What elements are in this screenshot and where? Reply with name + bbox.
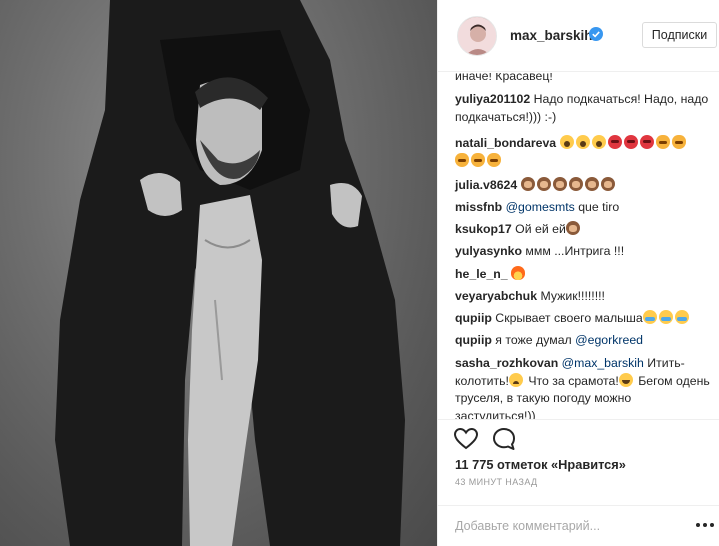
avatar[interactable] xyxy=(457,16,497,56)
scream-emoji-icon xyxy=(591,135,606,149)
frowning-emoji-icon xyxy=(508,372,523,387)
comment-mention[interactable]: @egorkreed xyxy=(575,333,643,347)
see-no-evil-monkey-icon xyxy=(584,177,599,191)
comment-text: иначе! Красавец! xyxy=(455,73,553,83)
comment-item: иначе! Красавец! xyxy=(455,73,713,86)
speech-bubble-icon[interactable] xyxy=(491,426,517,452)
heart-icon[interactable] xyxy=(453,426,479,452)
devil-emoji-icon xyxy=(623,135,638,149)
comment-mention[interactable]: @gomesmts xyxy=(506,200,575,214)
post-header: max_barskih Подписки xyxy=(438,0,719,72)
comment-item: julia.v8624 xyxy=(455,177,713,195)
comment-text: Мужик!!!!!!!! xyxy=(537,289,605,303)
comments-list[interactable]: иначе! Красавец! yuliya201102 Надо подка… xyxy=(438,73,719,419)
comment-item: he_le_n_ xyxy=(455,266,713,284)
likes-label: отметок «Нравится» xyxy=(493,457,626,472)
post-photo-image xyxy=(55,0,405,546)
see-no-evil-monkey-icon xyxy=(552,177,567,191)
crying-cat-emoji-icon xyxy=(674,310,689,324)
post-side-panel: max_barskih Подписки иначе! Красавец! yu… xyxy=(437,0,719,546)
comment-item: yulyasynko ммм ...Интрига !!! xyxy=(455,243,713,261)
comment-item: yuliya201102 Надо подкачаться! Надо, над… xyxy=(455,91,713,126)
tired-face-emoji-icon xyxy=(618,372,633,387)
scream-emoji-icon xyxy=(575,135,590,149)
comment-username[interactable]: natali_bondareva xyxy=(455,136,556,150)
cat-emoji-icon xyxy=(655,135,670,149)
comment-item: veyaryabchuk Мужик!!!!!!!! xyxy=(455,288,713,306)
add-comment-bar xyxy=(438,505,719,546)
post-timestamp[interactable]: 43 минут назад xyxy=(455,477,538,487)
fire-emoji-icon xyxy=(511,266,526,280)
comment-username[interactable]: qupiip xyxy=(455,333,492,347)
comment-item: sasha_rozhkovan @max_barskih Итить-колот… xyxy=(455,355,713,419)
comment-item: qupiip я тоже думал @egorkreed xyxy=(455,332,713,350)
cat-emoji-icon xyxy=(487,152,501,167)
see-no-evil-monkey-icon xyxy=(568,177,583,191)
crying-cat-emoji-icon xyxy=(658,310,673,324)
comment-username[interactable]: yulyasynko xyxy=(455,244,522,258)
verified-badge-icon xyxy=(589,27,603,41)
post-author-username[interactable]: max_barskih xyxy=(510,28,593,43)
comment-item: natali_bondareva xyxy=(455,135,713,170)
comment-text: Скрывает своего малыша xyxy=(491,311,643,325)
comment-text: я тоже думал xyxy=(491,333,576,347)
comment-username[interactable]: sasha_rozhkovan xyxy=(455,356,558,370)
comment-username[interactable]: veyaryabchuk xyxy=(455,289,537,303)
comment-username[interactable]: ksukop17 xyxy=(455,222,512,236)
comment-text: Что за срамота! xyxy=(524,373,619,388)
comment-item: missfnb @gomesmts que tiro xyxy=(455,199,713,217)
devil-emoji-icon xyxy=(607,135,622,149)
devil-emoji-icon xyxy=(639,135,654,149)
comment-text: ммм ...Интрига !!! xyxy=(522,244,625,258)
comment-username[interactable]: yuliya201102 xyxy=(455,92,530,106)
comment-text: Ой ей ей xyxy=(511,222,566,236)
cat-emoji-icon xyxy=(671,135,686,149)
ellipsis-icon[interactable] xyxy=(696,523,714,529)
comment-username[interactable]: he_le_n_ xyxy=(455,267,508,281)
post-photo[interactable] xyxy=(0,0,437,546)
comment-text xyxy=(556,136,559,150)
see-no-evil-monkey-icon xyxy=(520,177,535,191)
comment-username[interactable]: qupiip xyxy=(455,311,492,325)
comment-username[interactable]: missfnb xyxy=(455,200,502,214)
comment-item: ksukop17 Ой ей ей xyxy=(455,221,713,239)
comment-mention[interactable]: @max_barskih xyxy=(562,356,644,370)
comment-username[interactable]: julia.v8624 xyxy=(455,178,517,192)
following-button[interactable]: Подписки xyxy=(642,22,717,48)
crying-cat-emoji-icon xyxy=(642,310,657,324)
scream-emoji-icon xyxy=(559,135,574,149)
likes-number: 11 775 xyxy=(455,457,494,472)
comment-text: que tiro xyxy=(574,200,620,214)
see-no-evil-monkey-icon xyxy=(565,221,580,235)
cat-emoji-icon xyxy=(455,152,469,167)
see-no-evil-monkey-icon xyxy=(600,177,615,191)
cat-emoji-icon xyxy=(471,152,485,167)
add-comment-input[interactable] xyxy=(455,516,685,536)
see-no-evil-monkey-icon xyxy=(536,177,551,191)
comment-item: qupiip Скрывает своего малыша xyxy=(455,310,713,328)
likes-count[interactable]: 11 775 отметок «Нравится» xyxy=(455,457,626,472)
